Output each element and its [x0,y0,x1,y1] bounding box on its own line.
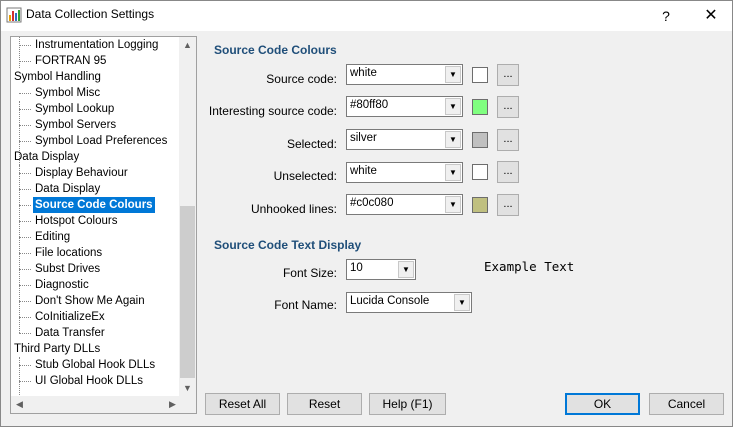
close-icon[interactable]: ✕ [691,1,731,31]
tree-item-label: Display Behaviour [35,167,128,179]
tree-item-label: CoInitializeEx [35,311,105,323]
title-bar: Data Collection Settings ? ✕ [1,1,732,31]
select-value: silver [350,132,377,144]
tree-group-data-display[interactable]: Data Display [11,149,79,165]
source-code-colour-select[interactable]: white ▼ [346,64,463,85]
interesting-source-code-label: Interesting source code: [208,104,337,118]
tree-item-label: Symbol Load Preferences [35,135,168,147]
font-name-label: Font Name: [274,298,337,312]
unselected-swatch [472,164,488,180]
scroll-down-icon[interactable]: ▼ [179,380,196,397]
tree-group-third-party-dlls[interactable]: Third Party DLLs [11,341,100,357]
tree-item-label: Don't Show Me Again [35,295,145,307]
interesting-source-code-swatch [472,99,488,115]
tree-connector [19,37,20,68]
scroll-left-icon[interactable]: ◀ [11,396,28,413]
scroll-up-icon[interactable]: ▲ [179,37,196,54]
reset-all-button[interactable]: Reset All [205,393,280,415]
ok-button[interactable]: OK [565,393,640,415]
unselected-browse-button[interactable]: ... [497,161,519,183]
select-value: #c0c080 [350,197,394,209]
unselected-label: Unselected: [273,169,337,183]
tree-group-symbol-handling[interactable]: Symbol Handling [11,69,101,85]
chevron-down-icon[interactable]: ▼ [445,66,461,83]
font-size-label: Font Size: [282,266,337,280]
selected-label: Selected: [286,137,337,151]
tree-item-label: Symbol Servers [35,119,117,131]
interesting-source-code-browse-button[interactable]: ... [497,96,519,118]
source-code-colours-heading: Source Code Colours [214,43,337,57]
unhooked-lines-browse-button[interactable]: ... [497,194,519,216]
chevron-down-icon[interactable]: ▼ [445,196,461,213]
tree-item-label: Data Display [35,183,101,195]
chevron-down-icon[interactable]: ▼ [445,98,461,115]
tree-horizontal-scrollbar[interactable]: ◀ ▶ [11,396,181,413]
help-icon[interactable]: ? [651,1,681,31]
source-code-browse-button[interactable]: ... [497,64,519,86]
selected-colour-select[interactable]: silver ▼ [346,129,463,150]
unhooked-lines-colour-select[interactable]: #c0c080 ▼ [346,194,463,215]
selected-swatch [472,132,488,148]
tree-item-label: Third Party DLLs [14,343,101,355]
dialog-window: Data Collection Settings ? ✕ Instrumenta… [0,0,733,427]
select-value: #80ff80 [350,99,389,111]
tree-item-label: Source Code Colours [33,197,155,213]
settings-tree[interactable]: Instrumentation Logging FORTRAN 95 Symbo… [10,36,197,414]
tree-item-label: Subst Drives [35,263,101,275]
example-text-preview: Example Text [484,259,575,274]
tree-item-label: Symbol Misc [35,87,101,99]
select-value: 10 [350,262,363,274]
app-icon [6,7,22,23]
tree-item-label: UI Global Hook DLLs [35,375,144,387]
interesting-source-code-colour-select[interactable]: #80ff80 ▼ [346,96,463,117]
select-value: white [350,165,377,177]
font-size-select[interactable]: 10 ▼ [346,259,416,280]
tree-item-label: Symbol Lookup [35,103,115,115]
tree-item-label: Symbol Handling [14,71,101,83]
selected-browse-button[interactable]: ... [497,129,519,151]
tree-item-label: Stub Global Hook DLLs [35,359,156,371]
tree-item-label: Hotspot Colours [35,215,118,227]
source-code-text-display-heading: Source Code Text Display [214,238,362,252]
tree-item-label: Editing [35,231,71,243]
tree-item-label: Instrumentation Logging [35,39,159,51]
cancel-button[interactable]: Cancel [649,393,724,415]
tree-connector [19,357,20,397]
chevron-down-icon[interactable]: ▼ [454,294,470,311]
unhooked-lines-swatch [472,197,488,213]
chevron-down-icon[interactable]: ▼ [445,131,461,148]
tree-item-label: File locations [35,247,103,259]
chevron-down-icon[interactable]: ▼ [398,261,414,278]
tree-item-label: Data Transfer [35,327,105,339]
help-button[interactable]: Help (F1) [369,393,446,415]
font-name-select[interactable]: Lucida Console ▼ [346,292,472,313]
reset-button[interactable]: Reset [287,393,362,415]
scroll-thumb[interactable] [180,206,195,378]
scrollbar-corner [179,396,196,413]
tree-item-label: Diagnostic [35,279,89,291]
chevron-down-icon[interactable]: ▼ [445,164,461,181]
source-code-label: Source code: [266,72,337,86]
tree-item-label: Data Display [14,151,80,163]
select-value: Lucida Console [350,295,430,307]
tree-connector [19,165,20,333]
unselected-colour-select[interactable]: white ▼ [346,162,463,183]
unhooked-lines-label: Unhooked lines: [250,202,337,216]
source-code-swatch [472,67,488,83]
window-title: Data Collection Settings [26,7,155,21]
tree-item-label: FORTRAN 95 [35,55,107,67]
tree-vertical-scrollbar[interactable]: ▲ ▼ [179,37,196,397]
select-value: white [350,67,377,79]
